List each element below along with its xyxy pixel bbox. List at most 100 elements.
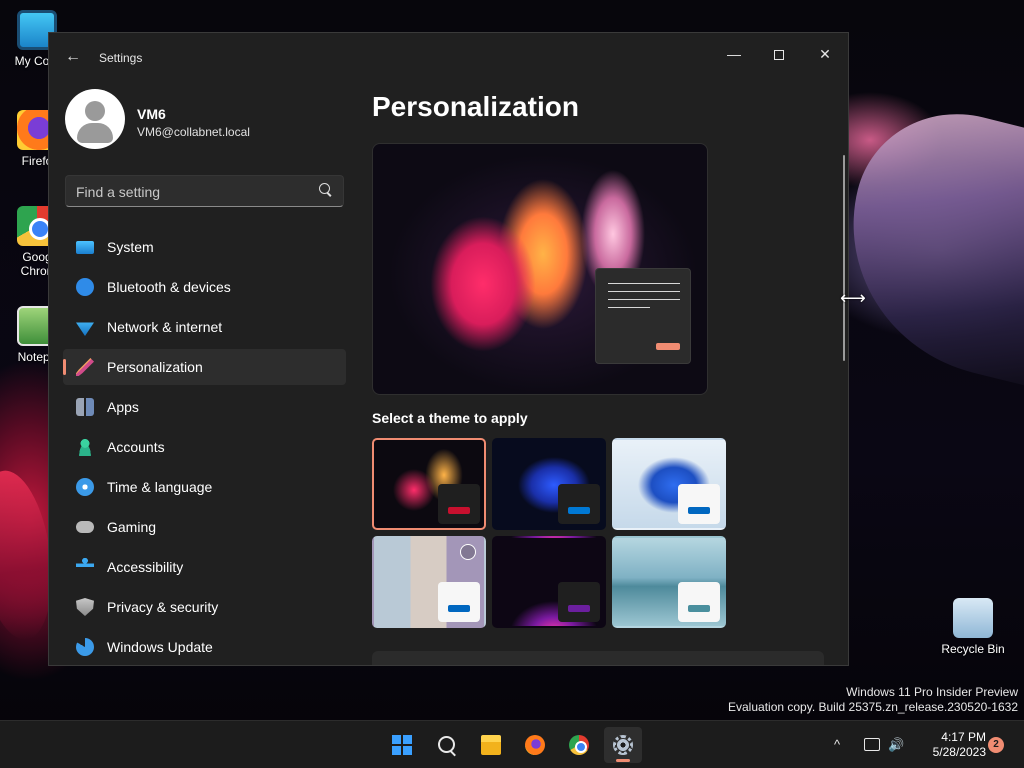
minimize-button[interactable]: —	[711, 39, 757, 69]
themes-heading: Select a theme to apply	[372, 410, 528, 426]
preview-line	[608, 291, 680, 292]
user-email: VM6@collabnet.local	[137, 125, 250, 139]
content-scrollbar[interactable]	[843, 155, 845, 361]
windows-watermark: Windows 11 Pro Insider Preview Evaluatio…	[728, 685, 1018, 715]
chrome-icon	[569, 735, 589, 755]
avatar-body-shape	[77, 123, 113, 143]
taskbar-settings[interactable]	[604, 727, 642, 763]
taskbar-clock[interactable]: 4:17 PM 5/28/2023	[912, 730, 986, 760]
nav-item-label: Privacy & security	[107, 599, 219, 615]
nav-item-label: Gaming	[107, 519, 157, 535]
nav-item-label: Bluetooth & devices	[107, 279, 231, 295]
time-language-icon	[76, 478, 94, 496]
settings-card-partial[interactable]	[372, 651, 824, 665]
taskbar-file-explorer[interactable]	[472, 727, 510, 763]
avatar[interactable]	[65, 89, 125, 149]
theme-mode-swatch	[558, 484, 600, 524]
clock-time: 4:17 PM	[941, 730, 986, 744]
nav-item-bluetooth[interactable]: Bluetooth & devices	[63, 269, 346, 305]
nav-item-accessibility[interactable]: Accessibility	[63, 549, 346, 585]
nav-item-apps[interactable]: Apps	[63, 389, 346, 425]
maximize-button[interactable]	[756, 39, 802, 69]
theme-accent-bar	[688, 605, 710, 612]
settings-nav: System Bluetooth & devices Network & int…	[63, 229, 346, 665]
show-hidden-icons-chevron-icon[interactable]: ^	[834, 737, 840, 753]
user-name: VM6	[137, 106, 166, 122]
search-icon	[437, 735, 457, 755]
theme-mode-swatch	[678, 582, 720, 622]
nav-item-time-language[interactable]: Time & language	[63, 469, 346, 505]
gaming-icon	[76, 521, 94, 533]
taskbar-search-button[interactable]	[428, 727, 466, 763]
nav-item-gaming[interactable]: Gaming	[63, 509, 346, 545]
accessibility-icon	[76, 558, 94, 576]
resize-cursor-icon: ⟷	[840, 288, 866, 308]
file-explorer-icon	[481, 735, 501, 755]
theme-tile-bloom-dark[interactable]	[492, 438, 606, 530]
theme-mode-swatch	[438, 582, 480, 622]
theme-mode-swatch	[438, 484, 480, 524]
taskbar-chrome[interactable]	[560, 727, 598, 763]
title-bar[interactable]: ← Settings — ✕	[49, 33, 848, 83]
search-icon[interactable]	[319, 183, 333, 197]
system-icon	[76, 240, 94, 254]
network-icon	[76, 322, 94, 336]
nav-item-accounts[interactable]: Accounts	[63, 429, 346, 465]
maximize-icon	[774, 50, 784, 61]
start-button[interactable]	[383, 727, 421, 763]
theme-mode-swatch	[558, 582, 600, 622]
theme-accent-bar	[448, 507, 470, 514]
theme-tile-flow[interactable]	[612, 536, 726, 628]
theme-preview	[372, 143, 708, 395]
theme-accent-bar	[688, 507, 710, 514]
bluetooth-icon	[76, 278, 94, 296]
taskbar: ^ 🔊 4:17 PM 5/28/2023 2	[0, 720, 1024, 768]
nav-item-label: System	[107, 239, 154, 255]
nav-item-label: Personalization	[107, 359, 203, 375]
spotlight-camera-icon	[460, 544, 476, 560]
theme-mode-swatch	[678, 484, 720, 524]
watermark-line: Evaluation copy. Build 25375.zn_release.…	[728, 700, 1018, 714]
nav-item-label: Accessibility	[107, 559, 184, 575]
nav-item-label: Network & internet	[107, 319, 223, 335]
theme-tile-spotlight[interactable]	[372, 536, 486, 628]
theme-accent-bar	[568, 605, 590, 612]
nav-item-system[interactable]: System	[63, 229, 346, 265]
preview-line	[608, 299, 680, 300]
windows-update-icon	[76, 638, 94, 656]
volume-icon[interactable]: 🔊	[888, 737, 904, 753]
back-button[interactable]: ←	[63, 47, 83, 67]
page-title: Personalization	[372, 91, 579, 122]
apps-icon	[76, 398, 94, 416]
nav-item-network[interactable]: Network & internet	[63, 309, 346, 345]
accounts-icon	[76, 438, 94, 456]
start-icon	[392, 735, 412, 755]
nav-item-label: Accounts	[107, 439, 165, 455]
settings-window: ← Settings — ✕ VM6 VM6@collabnet.local S…	[48, 32, 849, 666]
preview-line	[608, 307, 650, 308]
privacy-icon	[76, 598, 94, 616]
theme-tile-captured-motion[interactable]	[492, 536, 606, 628]
firefox-icon	[525, 735, 545, 755]
personalization-icon	[76, 358, 94, 376]
nav-item-privacy[interactable]: Privacy & security	[63, 589, 346, 625]
network-status-icon[interactable]	[864, 738, 880, 751]
taskbar-firefox[interactable]	[516, 727, 554, 763]
notification-badge[interactable]: 2	[988, 737, 1004, 753]
window-title: Settings	[99, 51, 143, 65]
running-indicator	[616, 759, 630, 762]
avatar-head-shape	[85, 101, 105, 121]
nav-item-windows-update[interactable]: Windows Update	[63, 629, 346, 665]
theme-tile-glow[interactable]	[372, 438, 486, 530]
recycle-bin-icon	[953, 598, 993, 638]
find-setting-box[interactable]	[65, 175, 344, 207]
theme-accent-bar	[568, 507, 590, 514]
nav-item-label: Windows Update	[107, 639, 213, 655]
clock-date: 5/28/2023	[932, 745, 986, 759]
search-input[interactable]	[76, 182, 306, 202]
desktop-icon-recycle-bin[interactable]: Recycle Bin	[938, 598, 1008, 656]
nav-item-label: Time & language	[107, 479, 213, 495]
theme-tile-bloom-light[interactable]	[612, 438, 726, 530]
close-button[interactable]: ✕	[802, 39, 848, 69]
nav-item-personalization[interactable]: Personalization	[63, 349, 346, 385]
